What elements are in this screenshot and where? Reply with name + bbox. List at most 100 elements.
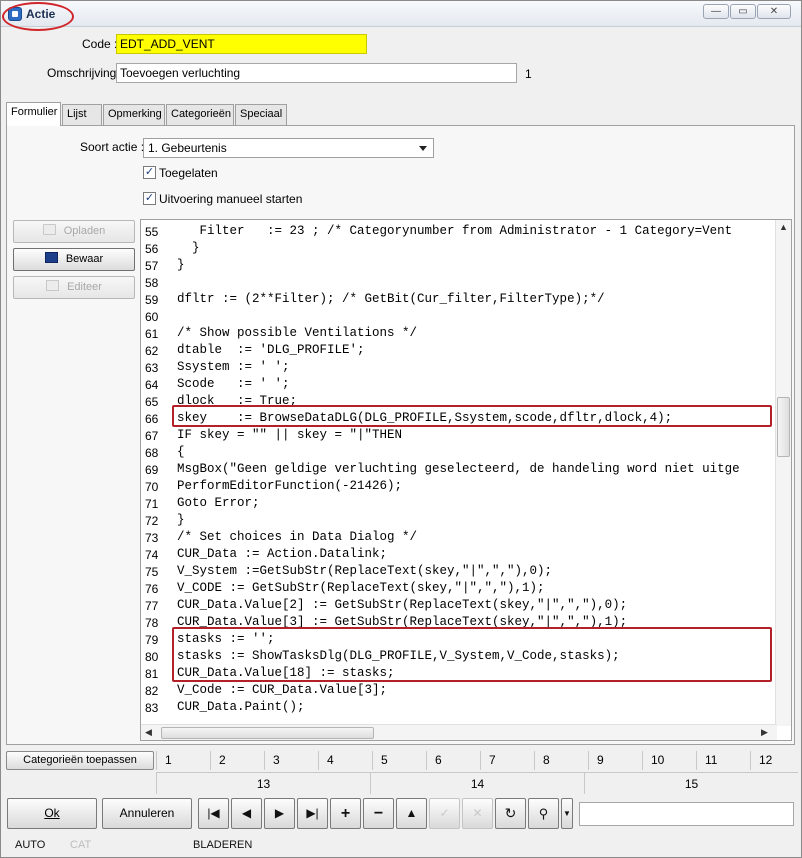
category-cell[interactable]: 15 <box>584 772 798 794</box>
line-number: 71 <box>145 497 159 511</box>
category-cell[interactable]: 7 <box>480 751 534 770</box>
close-button[interactable]: ✕ <box>757 4 791 19</box>
line-number: 65 <box>145 395 159 409</box>
status-bladeren: BLADEREN <box>193 839 253 851</box>
annuleren-button[interactable]: Annuleren <box>102 798 192 829</box>
line-number: 70 <box>145 480 159 494</box>
code-line: 57} <box>141 257 777 274</box>
opladen-label: Opladen <box>63 225 106 237</box>
category-cell[interactable]: 12 <box>750 751 802 770</box>
highlight-box-line-66 <box>172 405 772 427</box>
opladen-button[interactable]: Opladen <box>13 220 135 243</box>
line-number: 55 <box>145 225 159 239</box>
category-cell[interactable]: 4 <box>318 751 372 770</box>
code-text: /* Set choices in Data Dialog */ <box>177 530 418 544</box>
last-record-icon[interactable]: ▶| <box>297 798 328 829</box>
category-cell[interactable]: 6 <box>426 751 480 770</box>
tab-categorieen[interactable]: Categorieën <box>166 104 234 125</box>
categories-bar: Categorieën toepassen 1 2 3 4 5 6 7 8 9 10 11 12 13… <box>6 751 798 795</box>
code-text: } <box>177 241 200 255</box>
category-cell[interactable]: 11 <box>696 751 750 770</box>
code-line: 61 /* Show possible Ventilations */ <box>141 325 777 342</box>
scroll-right-icon[interactable]: ▶ <box>761 727 768 738</box>
tab-speciaal[interactable]: Speciaal <box>235 104 287 125</box>
horizontal-scroll-thumb[interactable] <box>161 727 374 739</box>
manueel-checkbox[interactable]: ✓ <box>143 192 156 205</box>
vertical-scroll-thumb[interactable] <box>777 397 790 457</box>
code-field[interactable]: EDT_ADD_VENT <box>116 34 367 54</box>
scroll-up-icon[interactable]: ▲ <box>779 222 788 232</box>
tab-formulier[interactable]: Formulier <box>6 102 61 126</box>
next-record-icon[interactable]: ▶ <box>264 798 295 829</box>
scroll-left-icon[interactable]: ◀ <box>145 727 152 738</box>
code-line: 77 CUR_Data.Value[2] := GetSubStr(Replace… <box>141 597 777 614</box>
first-record-icon[interactable]: |◀ <box>198 798 229 829</box>
ok-button[interactable]: Ok <box>7 798 97 829</box>
category-cell[interactable]: 13 <box>156 772 370 794</box>
category-cell[interactable]: 5 <box>372 751 426 770</box>
line-number: 62 <box>145 344 159 358</box>
code-line: 60 <box>141 308 777 325</box>
code-text: V_CODE := GetSubStr(ReplaceText(skey,"|"… <box>177 581 545 595</box>
line-number: 79 <box>145 633 159 647</box>
omschrijving-field[interactable]: Toevoegen verluchting <box>116 63 517 83</box>
add-icon[interactable]: + <box>330 798 361 829</box>
line-number: 64 <box>145 378 159 392</box>
code-line: 75 V_System :=GetSubStr(ReplaceText(skey,… <box>141 563 777 580</box>
highlight-box-lines-79-81 <box>172 627 772 682</box>
category-cell[interactable]: 14 <box>370 772 584 794</box>
categorieen-toepassen-button[interactable]: Categorieën toepassen <box>6 751 154 770</box>
minimize-button[interactable]: — <box>703 4 729 19</box>
line-number: 66 <box>145 412 159 426</box>
category-cell[interactable]: 1 <box>156 751 210 770</box>
horizontal-scrollbar[interactable]: ◀ ▶ <box>141 724 777 740</box>
code-line: 69 MsgBox("Geen geldige verluchting gesel… <box>141 461 777 478</box>
refresh-icon[interactable]: ↻ <box>495 798 526 829</box>
tab-lijst[interactable]: Lijst <box>62 104 102 125</box>
search-dropdown-icon[interactable]: ▼ <box>561 798 573 829</box>
toegelaten-label: Toegelaten <box>159 166 218 180</box>
search-input[interactable] <box>579 802 794 826</box>
vertical-scrollbar[interactable]: ▲ <box>775 220 791 726</box>
category-cell[interactable]: 8 <box>534 751 588 770</box>
search-icon[interactable]: ⚲ <box>528 798 559 829</box>
line-number: 58 <box>145 276 159 290</box>
save-icon <box>44 252 58 263</box>
code-line: 62 dtable := 'DLG_PROFILE'; <box>141 342 777 359</box>
category-cell[interactable]: 10 <box>642 751 696 770</box>
line-number: 81 <box>145 667 159 681</box>
line-number: 73 <box>145 531 159 545</box>
category-cell[interactable]: 2 <box>210 751 264 770</box>
bewaar-label: Bewaar <box>65 253 104 265</box>
line-number: 78 <box>145 616 159 630</box>
confirm-icon[interactable]: ✓ <box>429 798 460 829</box>
code-line: 70 PerformEditorFunction(-21426); <box>141 478 777 495</box>
code-text: Scode := ' '; <box>177 377 290 391</box>
code-line: 64 Scode := ' '; <box>141 376 777 393</box>
folder-icon <box>42 224 56 235</box>
delete-icon[interactable]: − <box>363 798 394 829</box>
code-line: 82 V_Code := CUR_Data.Value[3]; <box>141 682 777 699</box>
tab-opmerking[interactable]: Opmerking <box>103 104 165 125</box>
previous-record-icon[interactable]: ◀ <box>231 798 262 829</box>
cancel-icon[interactable]: ✕ <box>462 798 493 829</box>
up-icon[interactable]: ▲ <box>396 798 427 829</box>
code-text: Filter := 23 ; /* Categorynumber from Ad… <box>177 224 733 238</box>
line-number: 61 <box>145 327 159 341</box>
category-cell[interactable]: 9 <box>588 751 642 770</box>
soort-actie-value: 1. Gebeurtenis <box>148 141 227 155</box>
editeer-button[interactable]: Editeer <box>13 276 135 299</box>
toegelaten-checkbox[interactable]: ✓ <box>143 166 156 179</box>
code-label: Code : <box>82 37 118 51</box>
line-number: 60 <box>145 310 159 324</box>
bewaar-button[interactable]: Bewaar <box>13 248 135 271</box>
code-line: 63 Ssystem := ' '; <box>141 359 777 376</box>
code-line: 67 IF skey = "" || skey = "|"THEN <box>141 427 777 444</box>
category-cell[interactable]: 3 <box>264 751 318 770</box>
code-text: CUR_Data.Value[2] := GetSubStr(ReplaceTe… <box>177 598 628 612</box>
omschrijving-index: 1 <box>525 67 532 81</box>
maximize-button[interactable]: ▭ <box>730 4 756 19</box>
soort-actie-select[interactable]: 1. Gebeurtenis <box>143 138 434 158</box>
line-number: 82 <box>145 684 159 698</box>
code-line: 74 CUR_Data := Action.Datalink; <box>141 546 777 563</box>
